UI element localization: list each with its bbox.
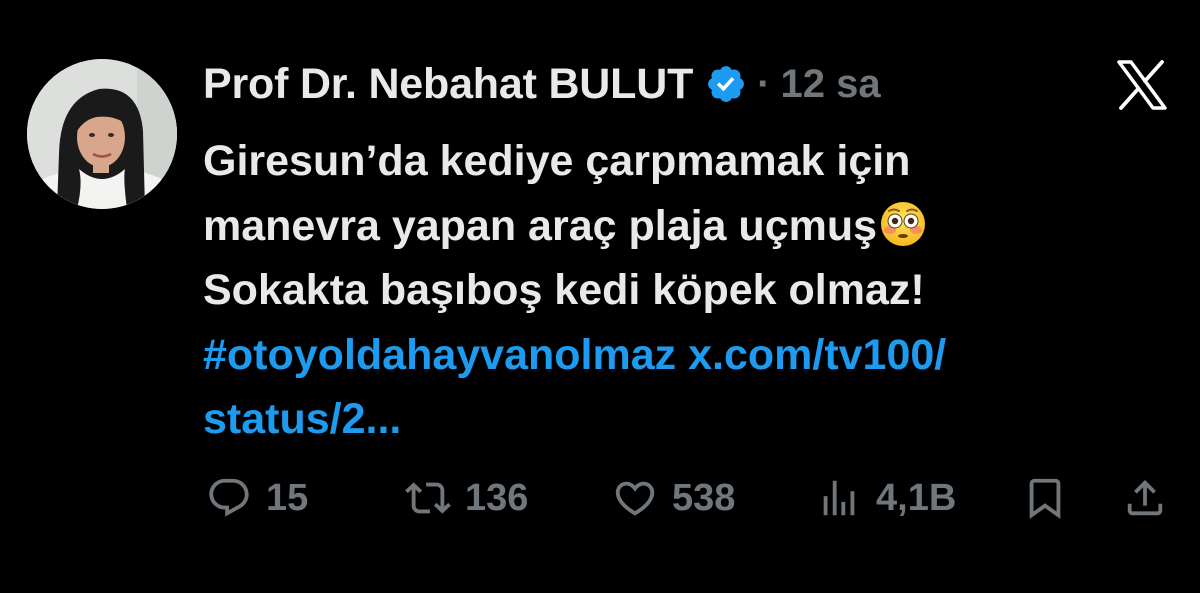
reply-icon: [209, 478, 249, 517]
reply-count: 15: [266, 476, 309, 519]
tweet-text: Giresun’da kediye çarpmamak için manevra…: [203, 129, 1163, 452]
hashtag-link[interactable]: #otoyoldahayvanolmaz: [203, 331, 676, 379]
repost-button[interactable]: 136: [405, 470, 528, 526]
views-count: 4,1B: [876, 476, 957, 519]
bookmark-button[interactable]: [1022, 470, 1068, 526]
flushed-face-emoji: [881, 201, 926, 246]
tweet-actions: 15 136 538 4,1B: [200, 470, 1172, 526]
heart-icon: [615, 481, 655, 516]
header-separator: ·: [757, 61, 771, 106]
repost-count: 136: [465, 476, 529, 519]
like-button[interactable]: 538: [612, 470, 735, 526]
share-icon: [1127, 479, 1163, 516]
repost-icon: [405, 482, 451, 514]
tweet-line-2: manevra yapan araç plaja uçmuş: [203, 194, 1163, 259]
x-logo-icon[interactable]: [1116, 60, 1168, 110]
views-button[interactable]: 4,1B: [816, 470, 956, 526]
reply-button[interactable]: 15: [206, 470, 308, 526]
tweet-links-line-2: status/2...: [203, 387, 1163, 452]
like-count: 538: [672, 476, 736, 519]
bookmark-icon: [1029, 478, 1061, 519]
tweet-time[interactable]: 12 sa: [780, 62, 880, 107]
avatar[interactable]: [27, 59, 177, 209]
verified-badge-icon[interactable]: [705, 63, 747, 105]
avatar-photo: [27, 59, 177, 209]
views-icon: [823, 480, 855, 516]
tweet-links-line: #otoyoldahayvanolmaz x.com/tv100/: [203, 323, 1163, 388]
author-name[interactable]: Prof Dr. Nebahat BULUT: [203, 60, 693, 109]
tweet-line-1: Giresun’da kediye çarpmamak için: [203, 137, 911, 185]
tweet-line-3: Sokakta başıboş kedi köpek olmaz!: [203, 266, 925, 314]
tweet-card: Prof Dr. Nebahat BULUT · 12 sa Giresun’d…: [0, 0, 1200, 593]
tweet-line-2-text: manevra yapan araç plaja uçmuş: [203, 201, 878, 250]
tweet-header: Prof Dr. Nebahat BULUT · 12 sa: [203, 56, 881, 112]
share-button[interactable]: [1122, 470, 1168, 526]
url-link-part2[interactable]: status/2...: [203, 395, 401, 443]
url-link-part1[interactable]: x.com/tv100/: [688, 331, 946, 379]
